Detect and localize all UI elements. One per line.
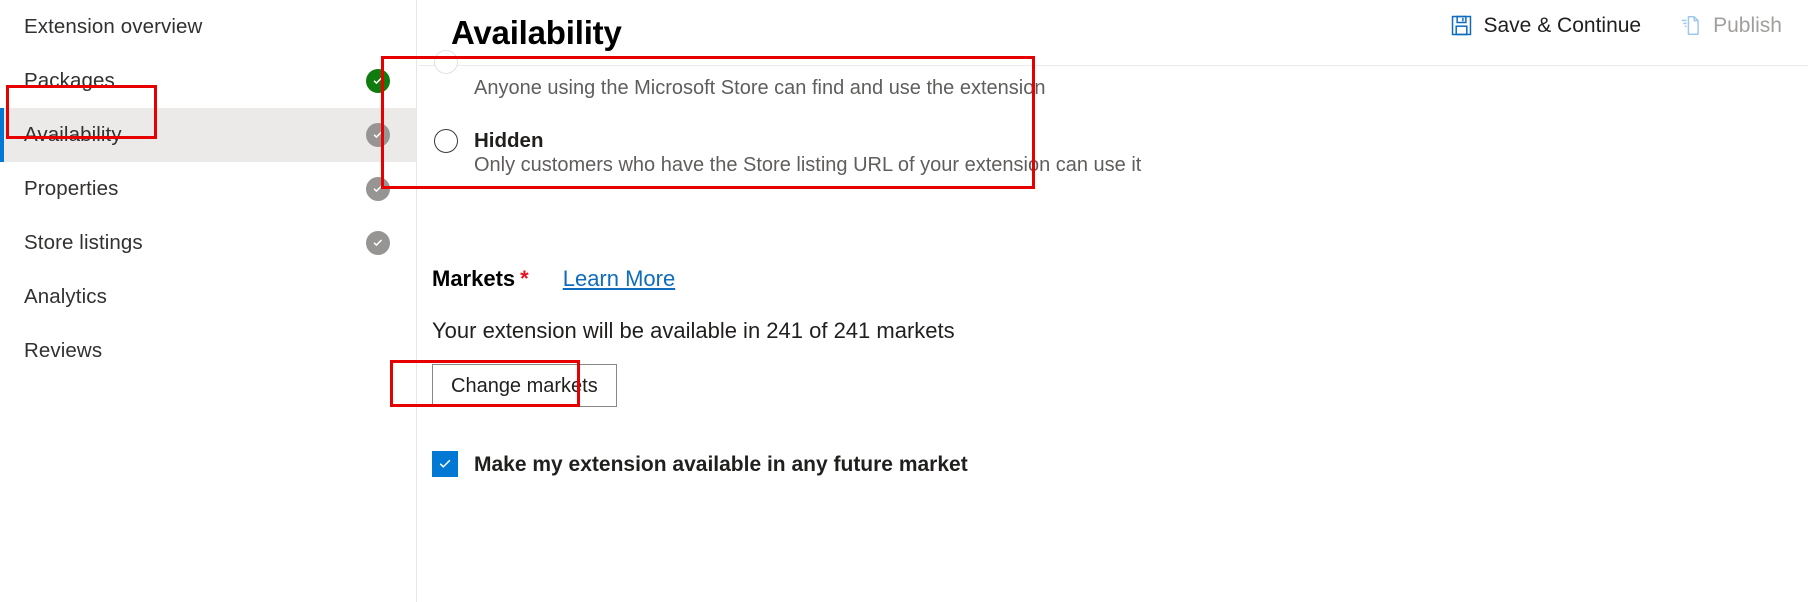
sidebar-item-extension-overview[interactable]: Extension overview	[0, 0, 416, 54]
radio-hidden-description: Only customers who have the Store listin…	[474, 154, 1142, 176]
checkbox-checked-icon[interactable]	[432, 451, 458, 477]
change-markets-button[interactable]: Change markets	[432, 364, 617, 407]
radio-public[interactable]	[434, 50, 458, 74]
check-circle-grey-icon	[366, 123, 390, 147]
change-markets-wrapper: Change markets	[432, 364, 617, 407]
sidebar-item-reviews[interactable]: Reviews	[0, 324, 416, 378]
command-bar: Save & Continue Publish	[1448, 10, 1785, 41]
sidebar-item-label: Reviews	[24, 338, 103, 362]
save-and-continue-button[interactable]: Save & Continue	[1448, 10, 1644, 41]
sidebar-item-store-listings[interactable]: Store listings	[0, 216, 416, 270]
radio-hidden-texts: Hidden Only customers who have the Store…	[458, 128, 1141, 177]
publish-label: Publish	[1713, 14, 1782, 37]
sidebar-item-analytics[interactable]: Analytics	[0, 270, 416, 324]
markets-heading: Markets *	[432, 266, 529, 292]
publish-icon	[1679, 14, 1702, 37]
markets-heading-row: Markets * Learn More	[432, 266, 1132, 296]
publish-button[interactable]: Publish	[1677, 10, 1784, 41]
sidebar-item-label: Analytics	[24, 284, 107, 308]
save-and-continue-label: Save & Continue	[1483, 14, 1642, 37]
future-market-label: Make my extension available in any futur…	[474, 452, 968, 476]
sidebar-item-label: Availability	[24, 122, 122, 146]
availability-page: Extension overview Packages Availability…	[0, 0, 1808, 602]
sidebar-item-packages[interactable]: Packages	[0, 54, 416, 108]
check-circle-green-icon	[366, 69, 390, 93]
sidebar-item-label: Properties	[24, 176, 119, 200]
page-title: Availability	[451, 14, 622, 51]
radio-hidden-circle-icon[interactable]	[434, 129, 458, 153]
future-market-checkbox-row[interactable]: Make my extension available in any futur…	[432, 451, 1132, 477]
sidebar-item-availability[interactable]: Availability	[0, 108, 416, 162]
save-icon	[1450, 14, 1473, 37]
markets-section: Markets * Learn More Your extension will …	[432, 266, 1132, 477]
content-body: Anyone using the Microsoft Store can fin…	[418, 50, 1808, 602]
sidebar-item-label: Extension overview	[24, 14, 203, 38]
learn-more-link[interactable]: Learn More	[563, 268, 676, 290]
markets-summary-text: Your extension will be available in 241 …	[432, 318, 955, 343]
radio-hidden-label: Hidden	[474, 129, 544, 152]
radio-public-description: Anyone using the Microsoft Store can fin…	[474, 77, 1046, 99]
markets-label: Markets	[432, 266, 516, 291]
required-asterisk: *	[520, 266, 529, 291]
sidebar-item-properties[interactable]: Properties	[0, 162, 416, 216]
check-circle-grey-icon	[366, 231, 390, 255]
sidebar-item-label: Packages	[24, 68, 115, 92]
check-circle-grey-icon	[366, 177, 390, 201]
sidebar-item-label: Store listings	[24, 230, 143, 254]
main-content: Availability Save & Continue Publish Any…	[418, 0, 1808, 602]
sidebar-nav: Extension overview Packages Availability…	[0, 0, 417, 602]
radio-option-hidden[interactable]: Hidden Only customers who have the Store…	[426, 128, 1141, 177]
